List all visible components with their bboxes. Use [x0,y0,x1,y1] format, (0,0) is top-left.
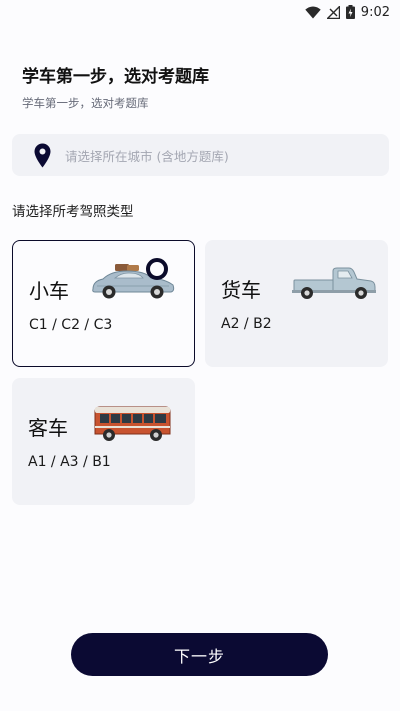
city-select-placeholder: 请选择所在城市 (含地方题库) [65,148,229,164]
battery-icon [345,5,355,19]
license-card-codes: A1 / A3 / B1 [28,454,111,470]
license-card-bus[interactable]: 客车 A1 / A3 / B1 [12,378,195,505]
license-card-codes: C1 / C2 / C3 [29,317,113,333]
license-card-title: 客车 [28,416,68,440]
license-type-label: 请选择所考驾照类型 [12,204,134,220]
license-card-title: 小车 [29,279,69,303]
screen: 9:02 学车第一步，选对考题库 学车第一步，选对考题库 请选择所在城市 (含地… [0,0,400,711]
location-pin-icon [34,143,51,167]
page-title: 学车第一步，选对考题库 [22,67,209,87]
city-select-field[interactable]: 请选择所在城市 (含地方题库) [12,134,389,176]
wifi-icon [305,6,321,18]
license-card-codes: A2 / B2 [221,316,272,332]
license-card-car[interactable]: 小车 C1 / C2 / C3 [12,240,195,367]
signal-icon [326,5,340,19]
page-subtitle: 学车第一步，选对考题库 [22,96,149,110]
license-card-title: 货车 [221,278,261,302]
status-bar: 9:02 [0,0,400,24]
next-step-button[interactable]: 下一步 [71,633,328,676]
bus-icon [94,406,171,441]
status-time: 9:02 [360,4,390,20]
selected-indicator-icon [146,258,168,280]
license-card-truck[interactable]: 货车 A2 / B2 [205,240,388,367]
truck-icon [292,267,376,299]
